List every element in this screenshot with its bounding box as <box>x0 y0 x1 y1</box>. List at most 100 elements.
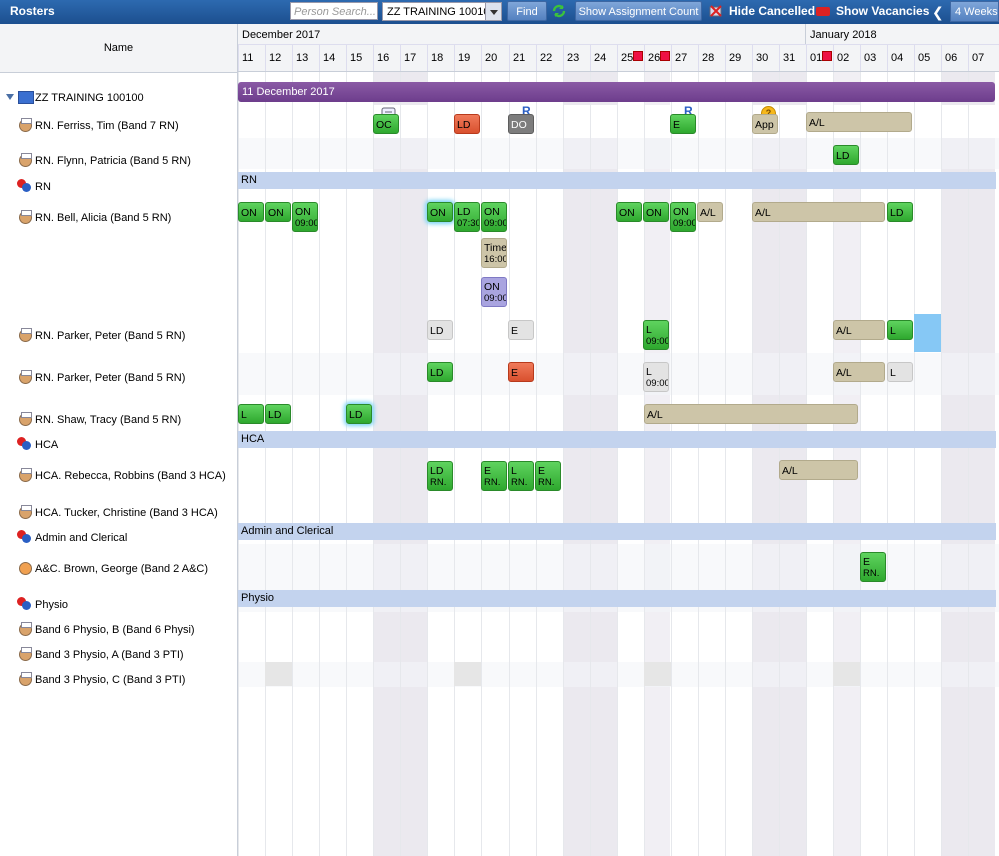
shift-l[interactable]: L 09:00 <box>643 320 669 350</box>
roster-period-bar[interactable]: 11 December 2017 <box>238 82 995 102</box>
leave-bar[interactable]: A/L <box>833 320 885 340</box>
grid-line <box>292 72 293 856</box>
group-name: Admin and Clerical <box>35 532 128 544</box>
shift-e[interactable]: E RN. <box>481 461 507 491</box>
day-header-27[interactable]: 27 <box>671 45 698 71</box>
day-header-13[interactable]: 13 <box>292 45 319 71</box>
vacancy-cell[interactable] <box>914 314 941 352</box>
shift-ld[interactable]: LD 07:30 <box>454 202 480 232</box>
day-header-22[interactable]: 22 <box>536 45 563 71</box>
shift-ld[interactable]: LD <box>346 404 372 424</box>
day-header-20[interactable]: 20 <box>481 45 508 71</box>
name-column-header[interactable]: Name <box>0 24 237 73</box>
day-header-14[interactable]: 14 <box>319 45 346 71</box>
hide-cancelled-link[interactable]: Hide Cancelled <box>729 4 815 18</box>
shift-ld[interactable]: LD <box>265 404 291 424</box>
shift-l[interactable]: L <box>238 404 264 424</box>
shift-time: 09:00 <box>646 336 669 347</box>
day-header-03[interactable]: 03 <box>860 45 887 71</box>
leave-bar[interactable]: A/L <box>752 202 885 222</box>
day-header-04[interactable]: 04 <box>887 45 914 71</box>
shift-l[interactable]: L 09:00 <box>643 362 669 392</box>
shift-on[interactable]: ON <box>643 202 669 222</box>
gift-icon <box>660 51 670 61</box>
day-header-02[interactable]: 02 <box>833 45 860 71</box>
roster-row[interactable]: ZZ TRAINING 100100 <box>0 88 237 108</box>
day-header-05[interactable]: 05 <box>914 45 941 71</box>
leave-bar[interactable]: A/L <box>779 460 858 480</box>
day-header-11[interactable]: 11 <box>238 45 265 71</box>
shift-on[interactable]: ON 09:00 <box>292 202 318 232</box>
day-header-23[interactable]: 23 <box>563 45 590 71</box>
leave-bar[interactable]: A/L <box>697 202 723 222</box>
day-header-30[interactable]: 30 <box>752 45 779 71</box>
chevron-left-icon[interactable]: ❮ <box>932 4 944 21</box>
unavailable-cell <box>644 662 671 686</box>
nurse-icon <box>19 328 32 342</box>
shift-l[interactable]: L <box>887 362 913 382</box>
find-button[interactable]: Find <box>507 1 547 21</box>
shift-time-block[interactable]: Time 16:00 <box>481 238 507 268</box>
shift-on[interactable]: ON 09:00 <box>670 202 696 232</box>
day-header-31[interactable]: 31 <box>779 45 806 71</box>
person-name: RN. Parker, Peter (Band 5 RN) <box>35 330 186 342</box>
day-header-06[interactable]: 06 <box>941 45 968 71</box>
grid-line <box>752 72 753 856</box>
shift-on[interactable]: ON <box>427 202 453 222</box>
shift-ld[interactable]: LD <box>427 362 453 382</box>
shift-ld[interactable]: LD <box>833 145 859 165</box>
person-name: HCA. Rebecca, Robbins (Band 3 HCA) <box>35 470 226 482</box>
shift-on[interactable]: ON 09:00 <box>481 202 507 232</box>
day-header-17[interactable]: 17 <box>400 45 427 71</box>
shift-e[interactable]: E <box>508 320 534 340</box>
shift-do[interactable]: DO <box>508 114 534 134</box>
shift-ld[interactable]: LD <box>427 320 453 340</box>
shift-ld[interactable]: LD RN. <box>427 461 453 491</box>
shift-code: ON <box>295 206 311 218</box>
grid-line <box>617 72 618 856</box>
shift-code: ON <box>673 206 689 218</box>
shift-on[interactable]: ON <box>265 202 291 222</box>
leave-bar[interactable]: A/L <box>833 362 885 382</box>
shift-ld[interactable]: LD <box>454 114 480 134</box>
show-assignment-count-button[interactable]: Show Assignment Count <box>575 1 702 21</box>
shift-e[interactable]: E RN. <box>535 461 561 491</box>
shift-e[interactable]: E <box>670 114 696 134</box>
shift-oc[interactable]: OC <box>373 114 399 134</box>
grid-line <box>563 72 564 856</box>
day-header-12[interactable]: 12 <box>265 45 292 71</box>
refresh-icon[interactable] <box>551 3 567 19</box>
month-label: January 2018 <box>810 29 877 41</box>
chevron-down-icon[interactable] <box>485 3 501 20</box>
show-vacancies-link[interactable]: Show Vacancies <box>836 4 929 18</box>
shift-ld[interactable]: LD <box>887 202 913 222</box>
grid-line <box>860 72 861 856</box>
roster-select[interactable]: ZZ TRAINING 100100 <box>382 2 502 21</box>
shift-e[interactable]: E RN. <box>860 552 886 582</box>
shift-code: E <box>538 465 546 477</box>
leave-bar[interactable]: A/L <box>806 112 912 132</box>
day-header-24[interactable]: 24 <box>590 45 617 71</box>
leave-bar[interactable]: A/L <box>644 404 858 424</box>
shift-time: 09:00 <box>484 293 507 304</box>
shift-time: 07:30 <box>457 218 480 229</box>
person-search-input[interactable]: Person Search... <box>290 2 378 20</box>
day-header-19[interactable]: 19 <box>454 45 481 71</box>
day-header-07[interactable]: 07 <box>968 45 995 71</box>
shift-e[interactable]: E <box>508 362 534 382</box>
shift-app[interactable]: App <box>752 114 778 134</box>
period-select[interactable]: 4 Weeks <box>950 1 999 22</box>
weekend-shade <box>563 72 590 856</box>
day-header-21[interactable]: 21 <box>509 45 536 71</box>
collapse-icon[interactable] <box>6 94 14 100</box>
shift-l[interactable]: L RN. <box>508 461 534 491</box>
shift-on[interactable]: ON <box>238 202 264 222</box>
shift-on-pending[interactable]: ON 09:00 <box>481 277 507 307</box>
day-header-28[interactable]: 28 <box>698 45 725 71</box>
day-header-16[interactable]: 16 <box>373 45 400 71</box>
day-header-29[interactable]: 29 <box>725 45 752 71</box>
shift-l[interactable]: L <box>887 320 913 340</box>
shift-on[interactable]: ON <box>616 202 642 222</box>
day-header-15[interactable]: 15 <box>346 45 373 71</box>
day-header-18[interactable]: 18 <box>427 45 454 71</box>
